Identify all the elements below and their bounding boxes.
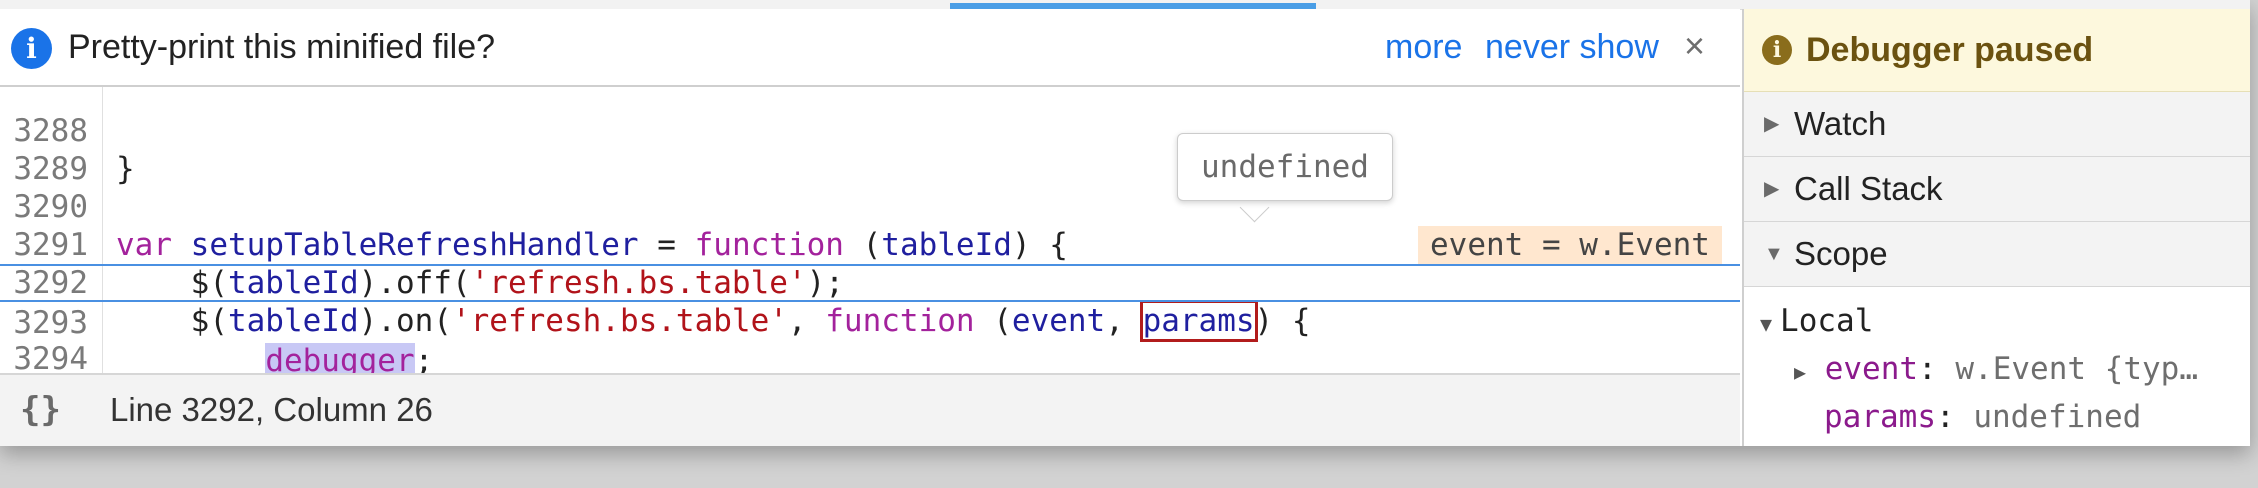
triangle-right-icon[interactable]: ▶ [1794, 360, 1806, 384]
scope-var-value: w.Event {typ… [1955, 351, 2199, 387]
section-label: Call Stack [1794, 170, 1943, 207]
paused-line[interactable]: 3293 debugger; [0, 264, 1740, 373]
code-view[interactable]: 3288 } 3289 3290 var setupTableRefreshHa… [0, 87, 1740, 373]
pretty-print-infobar: i Pretty-print this minified file? more … [0, 9, 1740, 87]
scope-var-event[interactable]: ▶ event: w.Event {typ… [1794, 347, 2250, 394]
triangle-right-icon: ▶ [1764, 113, 1780, 135]
info-icon: i [1762, 35, 1792, 65]
info-icon: i [11, 28, 52, 69]
scope-var-params[interactable]: params: undefined [1824, 395, 2250, 439]
code-line[interactable]: 3294 }) [0, 302, 1740, 373]
scope-local-header[interactable]: ▼ Local [1760, 299, 1873, 346]
devtools-window: i Pretty-print this minified file? more … [0, 0, 2250, 446]
section-label: Scope [1794, 235, 1888, 272]
section-scope[interactable]: ▼ Scope [1744, 222, 2250, 287]
section-watch[interactable]: ▶ Watch [1744, 92, 2250, 157]
source-editor: i Pretty-print this minified file? more … [0, 9, 1740, 446]
code-line[interactable]: 3290 var setupTableRefreshHandler = func… [0, 150, 1740, 263]
cursor-position: Line 3292, Column 26 [110, 391, 433, 428]
more-link[interactable]: more [1385, 22, 1462, 72]
section-label: Watch [1794, 105, 1887, 142]
infobar-message: Pretty-print this minified file? [68, 28, 496, 66]
hover-value-tooltip: undefined [1177, 133, 1393, 201]
editor-status-bar: {} Line 3292, Column 26 [0, 373, 1740, 446]
scope-var-value: undefined [1973, 399, 2142, 435]
triangle-right-icon: ▶ [1764, 178, 1780, 200]
scope-var-name: event [1824, 351, 1919, 387]
code-line[interactable]: 3295 } [0, 340, 1740, 373]
debugger-sidebar: i Debugger paused ▶ Watch ▶ Call Stack ▼… [1742, 9, 2250, 446]
paused-label: Debugger paused [1806, 31, 2094, 69]
pretty-print-button[interactable]: {} [20, 385, 61, 435]
triangle-down-icon: ▼ [1760, 312, 1773, 336]
code-line[interactable]: 3291 $(tableId).off('refresh.bs.table'); [0, 188, 1740, 301]
code-line[interactable]: 3288 } [0, 87, 1740, 187]
inline-value-hint: event = w.Event [1418, 226, 1722, 264]
never-show-link[interactable]: never show [1485, 22, 1659, 72]
scope-local-label: Local [1780, 303, 1874, 339]
section-call-stack[interactable]: ▶ Call Stack [1744, 157, 2250, 222]
code-line[interactable]: 3289 [0, 112, 1740, 187]
code-line[interactable]: 3292 $(tableId).on('refresh.bs.table', f… [0, 226, 1740, 342]
scope-var-name: params [1824, 399, 1936, 435]
close-icon[interactable]: × [1684, 21, 1705, 71]
debugger-paused-banner: i Debugger paused [1744, 9, 2250, 92]
triangle-down-icon: ▼ [1764, 243, 1784, 265]
